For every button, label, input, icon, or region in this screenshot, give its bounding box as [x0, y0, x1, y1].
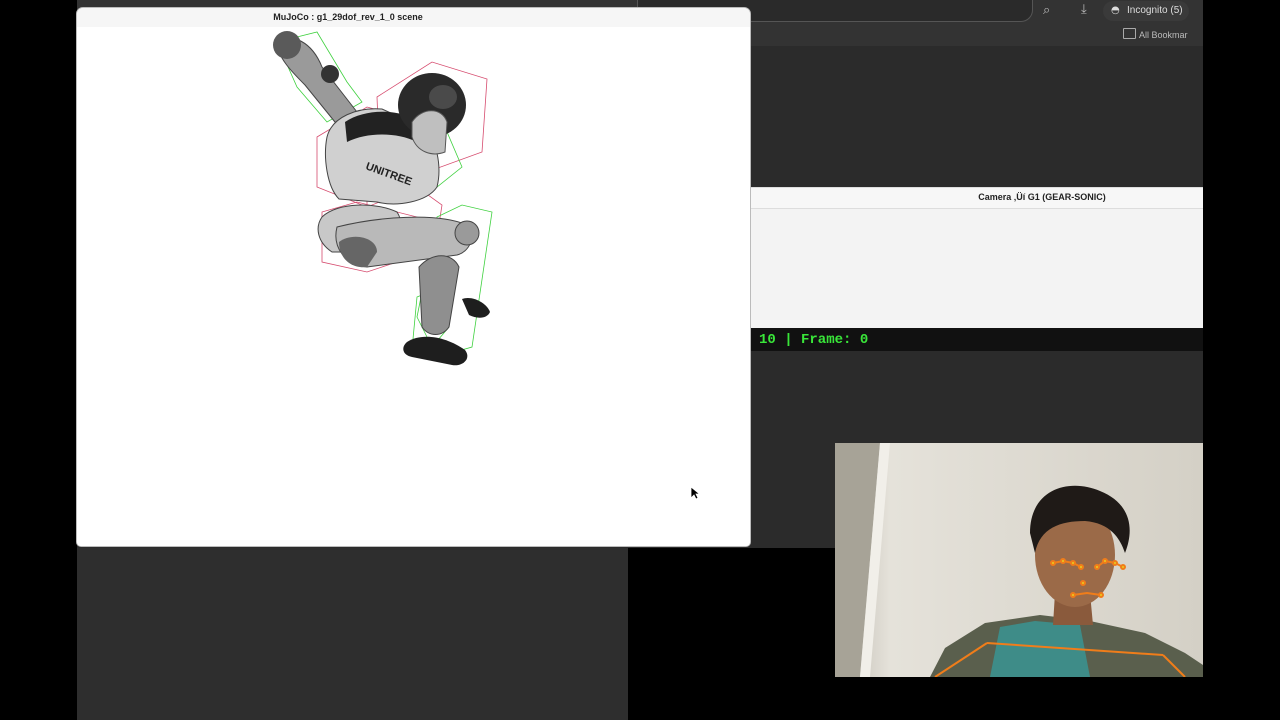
webcam-image	[835, 443, 1203, 677]
folder-icon	[1123, 28, 1136, 39]
frame-counter-bar: 10 | Frame: 0	[751, 328, 1203, 351]
camera-titlebar[interactable]: Camera ‚Üí G1 (GEAR-SONIC)	[751, 188, 1203, 209]
incognito-button[interactable]: ◓ Incognito (5)	[1103, 1, 1189, 21]
mujoco-viewport[interactable]: UNITREE	[77, 27, 750, 546]
incognito-icon: ◓	[1111, 5, 1120, 16]
mouse-cursor-icon	[690, 486, 700, 500]
search-tabs-icon[interactable]: ⌕	[1043, 3, 1050, 18]
webcam-feed	[835, 443, 1203, 677]
camera-window: Camera ‚Üí G1 (GEAR-SONIC)	[751, 187, 1203, 328]
browser-content-area	[77, 548, 628, 720]
camera-window-title: Camera ‚Üí G1 (GEAR-SONIC)	[978, 192, 1106, 202]
all-bookmarks-button[interactable]: All Bookmar	[1123, 28, 1188, 40]
mujoco-window-title: MuJoCo : g1_29dof_rev_1_0 scene	[273, 12, 423, 22]
window-controls	[85, 12, 125, 22]
mujoco-window: MuJoCo : g1_29dof_rev_1_0 scene UNITREE	[77, 8, 750, 546]
frame-counter-text: 10 | Frame: 0	[759, 332, 869, 348]
bookmarks-label: All Bookmar	[1139, 30, 1188, 40]
download-icon[interactable]: ⤓	[1081, 2, 1087, 17]
incognito-label: Incognito (5)	[1127, 5, 1183, 16]
mujoco-titlebar[interactable]: MuJoCo : g1_29dof_rev_1_0 scene	[77, 8, 750, 28]
